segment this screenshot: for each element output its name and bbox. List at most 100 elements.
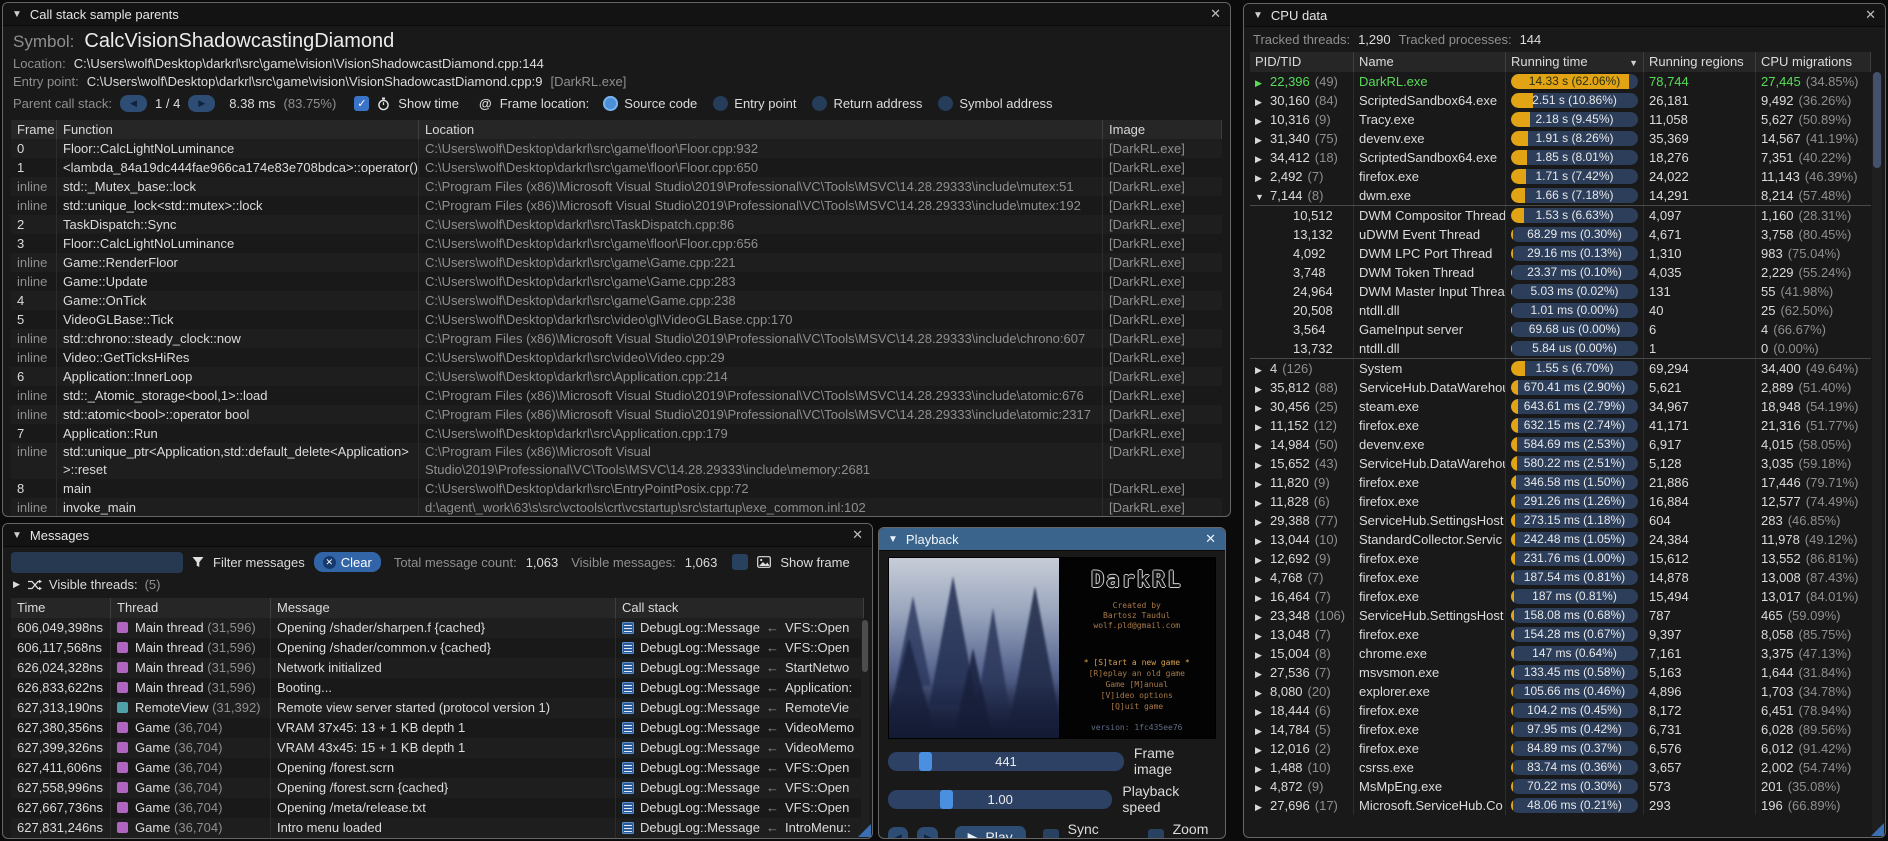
cpu-process-row[interactable]: 13,732 ntdll.dll 5.84 us (0.00%) 1 0(0.0… [1250, 339, 1871, 358]
expander-icon[interactable]: ▶ [1255, 437, 1270, 454]
expander-icon[interactable]: ▶ [1255, 169, 1270, 186]
cpu-process-row[interactable]: ▶29,388(77) ServiceHub.SettingsHost 273.… [1250, 511, 1871, 530]
expander-icon[interactable]: ▶ [1255, 494, 1270, 511]
col-function[interactable]: Function [57, 120, 419, 139]
threads-expander-icon[interactable]: ▶ [13, 579, 20, 590]
playback-titlebar[interactable]: ▼ Playback ✕ [879, 528, 1225, 551]
col-cpu-migrations[interactable]: CPU migrations [1756, 52, 1871, 72]
radio-icon[interactable] [938, 96, 953, 111]
message-row[interactable]: 626,024,328ns Main thread (31,596) Netwo… [11, 658, 864, 678]
cpu-process-row[interactable]: ▶23,348(106) ServiceHub.SettingsHost 158… [1250, 606, 1871, 625]
message-row[interactable]: 627,399,326ns Game (36,704) VRAM 43x45: … [11, 738, 864, 758]
frame-image-slider[interactable]: 441 [888, 752, 1124, 771]
collapse-caret-icon[interactable]: ▼ [888, 534, 898, 545]
next-callstack-button[interactable]: ▶ [188, 95, 215, 112]
clear-button[interactable]: ✕ Clear [314, 552, 381, 572]
cpu-process-row[interactable]: ▶1,488(10) csrss.exe 83.74 ms (0.36%) 3,… [1250, 758, 1871, 777]
expander-icon[interactable]: ▶ [1255, 798, 1270, 815]
filter-input[interactable] [11, 552, 183, 573]
message-callstack[interactable]: DebugLog::Message ← RemoteVie [616, 698, 864, 718]
collapse-caret-icon[interactable]: ▼ [1253, 10, 1263, 21]
cpu-process-row[interactable]: ▶13,048(7) firefox.exe 154.28 ms (0.67%)… [1250, 625, 1871, 644]
callstack-row[interactable]: inline std::atomic<bool>::operator bool … [11, 405, 1222, 424]
expander-icon[interactable]: ▶ [1255, 551, 1270, 568]
callstack-row[interactable]: inline std::_Atomic_storage<bool,1>::loa… [11, 386, 1222, 405]
message-callstack[interactable]: DebugLog::Message ← IntroMenu:: [616, 818, 864, 838]
message-callstack[interactable]: DebugLog::Message ← VFS::Open [616, 618, 864, 638]
cpu-process-row[interactable]: ▶27,536(7) msvsmon.exe 133.45 ms (0.58%)… [1250, 663, 1871, 682]
expander-icon[interactable]: ▶ [1255, 513, 1270, 530]
message-row[interactable]: 627,831,246ns Game (36,704) Intro menu l… [11, 818, 864, 838]
close-icon[interactable]: ✕ [1205, 531, 1216, 547]
callstack-row[interactable]: inline Game::RenderFloor C:\Users\wolf\D… [11, 253, 1222, 272]
expander-icon[interactable]: ▶ [1255, 131, 1270, 148]
message-row[interactable]: 627,380,356ns Game (36,704) VRAM 37x45: … [11, 718, 864, 738]
close-icon[interactable]: ✕ [1210, 6, 1221, 22]
expander-icon[interactable]: ▶ [1255, 646, 1270, 663]
cpu-process-row[interactable]: ▶10,316(9) Tracy.exe 2.18 s (9.45%) 11,0… [1250, 110, 1871, 129]
callstack-row[interactable]: inline invoke_main d:\agent\_work\63\s\s… [11, 498, 1222, 517]
expander-icon[interactable]: ▶ [1255, 570, 1270, 587]
cpu-process-row[interactable]: ▶11,152(12) firefox.exe 632.15 ms (2.74%… [1250, 416, 1871, 435]
callstack-row[interactable]: inline std::unique_lock<std::mutex>::loc… [11, 196, 1222, 215]
radio-icon[interactable] [812, 96, 827, 111]
frame-location-radio[interactable]: Return address [812, 96, 922, 111]
col-location[interactable]: Location [419, 120, 1103, 139]
message-callstack[interactable]: DebugLog::Message ← StartNetwo [616, 658, 864, 678]
message-row[interactable]: 627,313,190ns RemoteView (31,392) Remote… [11, 698, 864, 718]
col-callstack[interactable]: Call stack [616, 598, 864, 618]
callstack-row[interactable]: 8 main C:\Users\wolf\Desktop\darkrl\src\… [11, 479, 1222, 498]
playback-speed-slider[interactable]: 1.00 [888, 790, 1112, 809]
expander-icon[interactable]: ▶ [1255, 760, 1270, 777]
expander-icon[interactable]: ▶ [1255, 93, 1270, 110]
expander-icon[interactable]: ▶ [1255, 361, 1270, 378]
radio-icon[interactable] [603, 96, 618, 111]
prev-callstack-button[interactable]: ◀ [120, 95, 147, 112]
message-callstack[interactable]: DebugLog::Message ← VFS::Open [616, 758, 864, 778]
sync-timeline-checkbox[interactable] [1043, 829, 1059, 839]
expander-icon[interactable]: ▶ [1255, 627, 1270, 644]
message-callstack[interactable]: DebugLog::Message ← VFS::Open [616, 798, 864, 818]
close-icon[interactable]: ✕ [852, 527, 863, 543]
cpu-scrollbar-thumb[interactable] [1873, 72, 1881, 168]
expander-icon[interactable]: ▶ [1255, 380, 1270, 397]
expander-icon[interactable]: ▶ [1255, 703, 1270, 720]
message-callstack[interactable]: DebugLog::Message ← VideoMemo [616, 738, 864, 758]
callstack-row[interactable]: inline std::unique_ptr<Application,std::… [11, 443, 1222, 479]
cpu-process-row[interactable]: ▶11,820(9) firefox.exe 346.58 ms (1.50%)… [1250, 473, 1871, 492]
expander-icon[interactable]: ▶ [1255, 74, 1270, 91]
expander-icon[interactable]: ▶ [1255, 399, 1270, 416]
radio-icon[interactable] [713, 96, 728, 111]
callstack-titlebar[interactable]: ▼ Call stack sample parents ✕ [3, 3, 1230, 26]
expander-icon[interactable]: ▶ [1255, 684, 1270, 701]
col-thread[interactable]: Thread [111, 598, 271, 618]
cpu-process-row[interactable]: 4,092 DWM LPC Port Thread 29.16 ms (0.13… [1250, 244, 1871, 263]
zoom-2x-checkbox[interactable] [1148, 829, 1164, 839]
col-name[interactable]: Name [1354, 52, 1506, 72]
expander-icon[interactable]: ▶ [1255, 112, 1270, 129]
messages-scrollbar-thumb[interactable] [862, 620, 868, 672]
cpu-process-row[interactable]: ▶2,492(7) firefox.exe 1.71 s (7.42%) 24,… [1250, 167, 1871, 186]
frame-location-radio[interactable]: Entry point [713, 96, 796, 111]
cpu-process-row[interactable]: ▶8,080(20) explorer.exe 105.66 ms (0.46%… [1250, 682, 1871, 701]
cpu-process-row[interactable]: ▶4,872(9) MsMpEng.exe 70.22 ms (0.30%) 5… [1250, 777, 1871, 796]
cpu-scrollbar[interactable] [1872, 72, 1882, 833]
message-row[interactable]: 606,117,568ns Main thread (31,596) Openi… [11, 638, 864, 658]
expander-icon[interactable]: ▶ [1255, 532, 1270, 549]
cpu-process-row[interactable]: ▶22,396(49) DarkRL.exe 14.33 s (62.06%) … [1250, 72, 1871, 91]
cpu-process-row[interactable]: ▶12,692(9) firefox.exe 231.76 ms (1.00%)… [1250, 549, 1871, 568]
frame-location-radio[interactable]: Symbol address [938, 96, 1052, 111]
callstack-row[interactable]: inline Game::Update C:\Users\wolf\Deskto… [11, 272, 1222, 291]
cpu-process-row[interactable]: ▶12,016(2) firefox.exe 84.89 ms (0.37%) … [1250, 739, 1871, 758]
frame-location-radio[interactable]: Source code [603, 96, 697, 111]
expander-icon[interactable]: ▶ [1255, 741, 1270, 758]
callstack-row[interactable]: inline std::_Mutex_base::lock C:\Program… [11, 177, 1222, 196]
callstack-row[interactable]: 5 VideoGLBase::Tick C:\Users\wolf\Deskto… [11, 310, 1222, 329]
cpu-process-row[interactable]: ▶27,696(17) Microsoft.ServiceHub.Co 48.0… [1250, 796, 1871, 815]
messages-scrollbar[interactable] [861, 620, 869, 833]
message-row[interactable]: 627,558,996ns Game (36,704) Opening /for… [11, 778, 864, 798]
message-row[interactable]: 626,833,622ns Main thread (31,596) Booti… [11, 678, 864, 698]
cpu-process-row[interactable]: ▶18,444(6) firefox.exe 104.2 ms (0.45%) … [1250, 701, 1871, 720]
frame-slider-handle[interactable] [919, 752, 932, 771]
col-time[interactable]: Time [11, 598, 111, 618]
